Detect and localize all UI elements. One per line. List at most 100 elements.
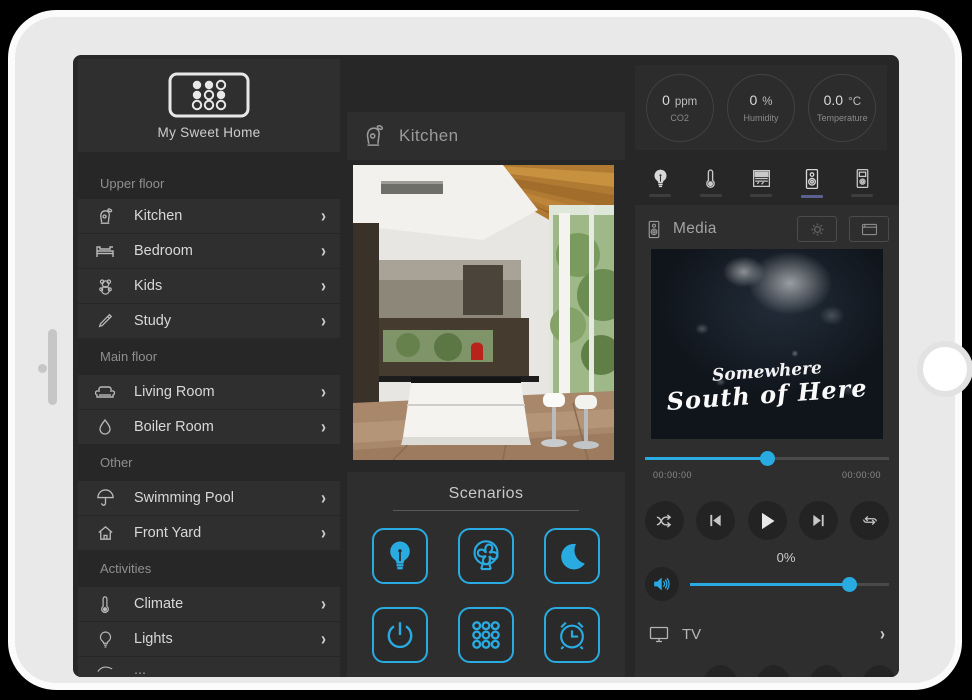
device-circle-button[interactable] — [860, 665, 899, 677]
volume-thumb[interactable] — [842, 577, 857, 592]
sidebar-item-boiler-room[interactable]: Boiler Room › — [78, 410, 340, 444]
sidebar-item-front-yard[interactable]: Front Yard › — [78, 516, 340, 550]
sensor-unit: % — [762, 96, 772, 108]
kettle-icon — [94, 206, 116, 226]
repeat-button[interactable] — [850, 501, 889, 540]
tablet-frame: My Sweet Home Upper floor Kitchen › — [8, 10, 962, 690]
repeat-icon — [861, 513, 879, 528]
sidebar-item-label: Boiler Room — [134, 419, 321, 435]
chevron-right-icon: › — [321, 205, 326, 226]
tv-row[interactable]: TV › — [645, 617, 889, 652]
sidebar-item-bedroom[interactable]: Bedroom › — [78, 234, 340, 268]
play-icon — [757, 511, 777, 531]
chevron-right-icon: › — [321, 381, 326, 402]
sensor-label: CO2 — [670, 113, 689, 123]
scenario-power-button[interactable] — [372, 607, 428, 663]
device-circle-button[interactable] — [754, 665, 793, 677]
speaker-icon — [647, 220, 661, 239]
media-title: Media — [673, 220, 785, 238]
sidebar-item-label: ... — [134, 662, 326, 677]
sidebar-item-climate[interactable]: Climate › — [78, 587, 340, 621]
chevron-right-icon: › — [321, 593, 326, 614]
shuffle-icon — [655, 513, 674, 529]
main-column: Kitchen — [347, 55, 625, 677]
page-title: Kitchen — [399, 126, 459, 146]
progress-thumb[interactable] — [760, 451, 775, 466]
sidebar-item-label: Lights — [134, 631, 321, 647]
scenario-keypad-button[interactable] — [458, 607, 514, 663]
divider — [393, 510, 579, 511]
house-icon — [94, 523, 116, 543]
sensor-humidity: 0% Humidity — [727, 74, 795, 142]
media-panel: Media — [635, 205, 899, 677]
volume-row — [635, 567, 899, 601]
next-button[interactable] — [799, 501, 838, 540]
pen-icon — [94, 311, 116, 331]
sidebar-item-label: Kids — [134, 278, 321, 294]
tab-blinds[interactable] — [750, 162, 772, 204]
home-logo-button[interactable]: My Sweet Home — [78, 59, 340, 152]
volume-percent: 0% — [695, 550, 877, 565]
scenario-fan-button[interactable] — [458, 528, 514, 584]
media-library-button[interactable] — [849, 216, 889, 242]
blinds-icon — [751, 168, 772, 189]
gear-icon — [810, 222, 825, 237]
sensor-value: 0 — [749, 92, 757, 108]
chevron-right-icon: › — [321, 628, 326, 649]
sidebar-item-living-room[interactable]: Living Room › — [78, 375, 340, 409]
scenario-alarm-button[interactable] — [544, 607, 600, 663]
speaker-icon — [804, 168, 820, 190]
partial-icon — [94, 658, 116, 677]
sidebar-item-lights[interactable]: Lights › — [78, 622, 340, 656]
volume-slider[interactable] — [690, 577, 889, 591]
scenario-night-button[interactable] — [544, 528, 600, 584]
bulb-filled-icon — [385, 539, 415, 573]
sidebar-item-swimming-pool[interactable]: Swimming Pool › — [78, 481, 340, 515]
sidebar-item-label: Bedroom — [134, 243, 321, 259]
sensor-value: 0 — [662, 92, 670, 108]
scenarios-title: Scenarios — [347, 472, 625, 503]
power-icon — [384, 619, 416, 651]
play-button[interactable] — [748, 501, 787, 540]
tab-lights[interactable] — [649, 162, 671, 204]
scenario-lights-button[interactable] — [372, 528, 428, 584]
alarm-clock-icon — [555, 618, 589, 652]
device-more-button[interactable]: ... — [807, 665, 846, 677]
thermometer-icon — [704, 168, 717, 189]
sidebar-item-label: Study — [134, 313, 321, 329]
sensor-unit: ppm — [675, 96, 697, 108]
bulb-filled-icon — [652, 168, 669, 189]
skip-previous-icon — [708, 513, 723, 528]
scenarios-panel: Scenarios — [347, 472, 625, 677]
tab-climate[interactable] — [700, 162, 722, 204]
tab-media[interactable] — [801, 162, 823, 204]
sensor-label: Temperature — [817, 113, 868, 123]
mute-button[interactable] — [645, 567, 679, 601]
device-tabs — [635, 162, 887, 204]
chevron-right-icon: › — [321, 240, 326, 261]
home-button[interactable] — [923, 347, 967, 391]
previous-button[interactable] — [696, 501, 735, 540]
tv-label: TV — [682, 626, 867, 643]
section-label: Upper floor — [78, 166, 340, 199]
dots-grid-icon — [469, 618, 503, 652]
more-devices-row: ... — [635, 665, 899, 677]
sidebar-item-kids[interactable]: Kids › — [78, 269, 340, 303]
tab-intercom[interactable] — [851, 162, 873, 204]
sidebar-item-kitchen[interactable]: Kitchen › — [78, 199, 340, 233]
shuffle-button[interactable] — [645, 501, 684, 540]
sensor-co2: 0 ppm CO2 — [646, 74, 714, 142]
device-circle-button[interactable] — [701, 665, 740, 677]
chevron-right-icon: › — [321, 310, 326, 331]
progress-slider[interactable] — [645, 451, 889, 465]
volume-rocker — [48, 329, 57, 405]
app-screen: My Sweet Home Upper floor Kitchen › — [73, 55, 899, 677]
sidebar-item-partial[interactable]: ... — [78, 657, 340, 677]
bed-icon — [94, 241, 116, 261]
chevron-right-icon: › — [321, 416, 326, 437]
sidebar-item-study[interactable]: Study › — [78, 304, 340, 338]
intercom-icon — [855, 168, 870, 189]
media-settings-button[interactable] — [797, 216, 837, 242]
section-label: Activities — [78, 551, 340, 587]
chevron-right-icon: › — [321, 522, 326, 543]
